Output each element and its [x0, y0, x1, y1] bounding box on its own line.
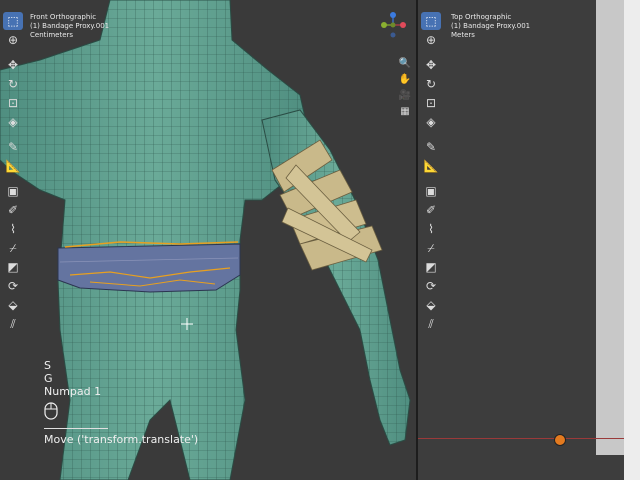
- add-cube-tool[interactable]: ▣: [421, 182, 441, 200]
- scale-tool[interactable]: ⊡: [421, 94, 441, 112]
- smooth-tool[interactable]: ⌇: [421, 220, 441, 238]
- neg-z-handle[interactable]: [390, 32, 396, 38]
- select-box-tool[interactable]: ⬚: [3, 12, 23, 30]
- measure-tool[interactable]: 📐: [421, 157, 441, 175]
- view-name: Front Orthographic: [30, 13, 97, 21]
- cursor-tool[interactable]: ⊕: [421, 31, 441, 49]
- shrink-tool[interactable]: ⬙: [421, 296, 441, 314]
- right-viewport-info: Top Orthographic (1) Bandage Proxy.001 M…: [451, 13, 530, 40]
- z-axis-handle[interactable]: [390, 12, 396, 18]
- zoom-icon[interactable]: 🔍: [398, 56, 412, 70]
- viewport-nav-tools: 🔍 ✋ 🎥 ▦: [398, 56, 412, 118]
- annotate-tool[interactable]: ✎: [3, 138, 23, 156]
- spin-tool[interactable]: ⟳: [421, 277, 441, 295]
- left-toolbar: ⬚ ⊕ ✥ ↻ ⊡ ◈ ✎ 📐 ▣ ✐ ⌇ ⌿ ◩ ⟳ ⬙ ⫽: [2, 12, 24, 334]
- add-cube-tool[interactable]: ▣: [3, 182, 23, 200]
- operator-name: Move ('transform.translate'): [44, 433, 199, 446]
- neg-y-handle[interactable]: [390, 22, 396, 28]
- transform-tool[interactable]: ◈: [3, 113, 23, 131]
- grid-icon[interactable]: ▦: [398, 104, 412, 118]
- spin-tool[interactable]: ⟳: [3, 277, 23, 295]
- waist-bandage-selected: [57, 241, 241, 293]
- units: Meters: [451, 31, 475, 39]
- transform-tool[interactable]: ◈: [421, 113, 441, 131]
- select-box-tool[interactable]: ⬚: [421, 12, 441, 30]
- units: Centimeters: [30, 31, 74, 39]
- cursor-tool[interactable]: ⊕: [3, 31, 23, 49]
- rotate-tool[interactable]: ↻: [421, 75, 441, 93]
- key-line-1: S: [44, 359, 51, 372]
- knife-tool[interactable]: ⌿: [3, 239, 23, 257]
- smooth-tool[interactable]: ⌇: [3, 220, 23, 238]
- x-axis-line: [418, 438, 624, 439]
- left-viewport-info: Front Orthographic (1) Bandage Proxy.001…: [30, 13, 109, 40]
- object-name: (1) Bandage Proxy.001: [30, 22, 110, 30]
- move-tool[interactable]: ✥: [421, 56, 441, 74]
- key-line-3: Numpad 1: [44, 385, 102, 398]
- mouse-icon: [44, 402, 58, 420]
- rotate-tool[interactable]: ↻: [3, 75, 23, 93]
- right-toolbar: ⬚ ⊕ ✥ ↻ ⊡ ◈ ✎ 📐 ▣ ✐ ⌇ ⌿ ◩ ⟳ ⬙ ⫽: [420, 12, 442, 334]
- vertical-scrollbar[interactable]: [596, 0, 624, 455]
- window-edge: [624, 0, 640, 480]
- key-line-2: G: [44, 372, 53, 385]
- scale-tool[interactable]: ⊡: [3, 94, 23, 112]
- navigation-gizmo[interactable]: [380, 12, 406, 38]
- front-viewport[interactable]: ⬚ ⊕ ✥ ↻ ⊡ ◈ ✎ 📐 ▣ ✐ ⌇ ⌿ ◩ ⟳ ⬙ ⫽ Front Or…: [0, 0, 416, 480]
- object-origin-icon: [554, 434, 566, 446]
- object-name: (1) Bandage Proxy.001: [451, 22, 531, 30]
- draw-tool[interactable]: ✐: [421, 201, 441, 219]
- measure-tool[interactable]: 📐: [3, 157, 23, 175]
- knife-tool[interactable]: ⌿: [421, 239, 441, 257]
- camera-icon[interactable]: 🎥: [398, 88, 412, 102]
- pan-hand-icon[interactable]: ✋: [398, 72, 412, 86]
- shear-tool[interactable]: ⫽: [3, 315, 23, 333]
- overlay-divider: [44, 428, 108, 429]
- view-name: Top Orthographic: [451, 13, 512, 21]
- move-tool[interactable]: ✥: [3, 56, 23, 74]
- shear-tool[interactable]: ⫽: [421, 315, 441, 333]
- poly-build-tool[interactable]: ◩: [421, 258, 441, 276]
- y-axis-handle[interactable]: [381, 22, 387, 28]
- arm-bandage: [271, 139, 383, 271]
- shrink-tool[interactable]: ⬙: [3, 296, 23, 314]
- keystroke-overlay: S G Numpad 1 Move ('transform.translate'…: [44, 359, 198, 446]
- annotate-tool[interactable]: ✎: [421, 138, 441, 156]
- poly-build-tool[interactable]: ◩: [3, 258, 23, 276]
- x-axis-handle[interactable]: [400, 22, 406, 28]
- draw-tool[interactable]: ✐: [3, 201, 23, 219]
